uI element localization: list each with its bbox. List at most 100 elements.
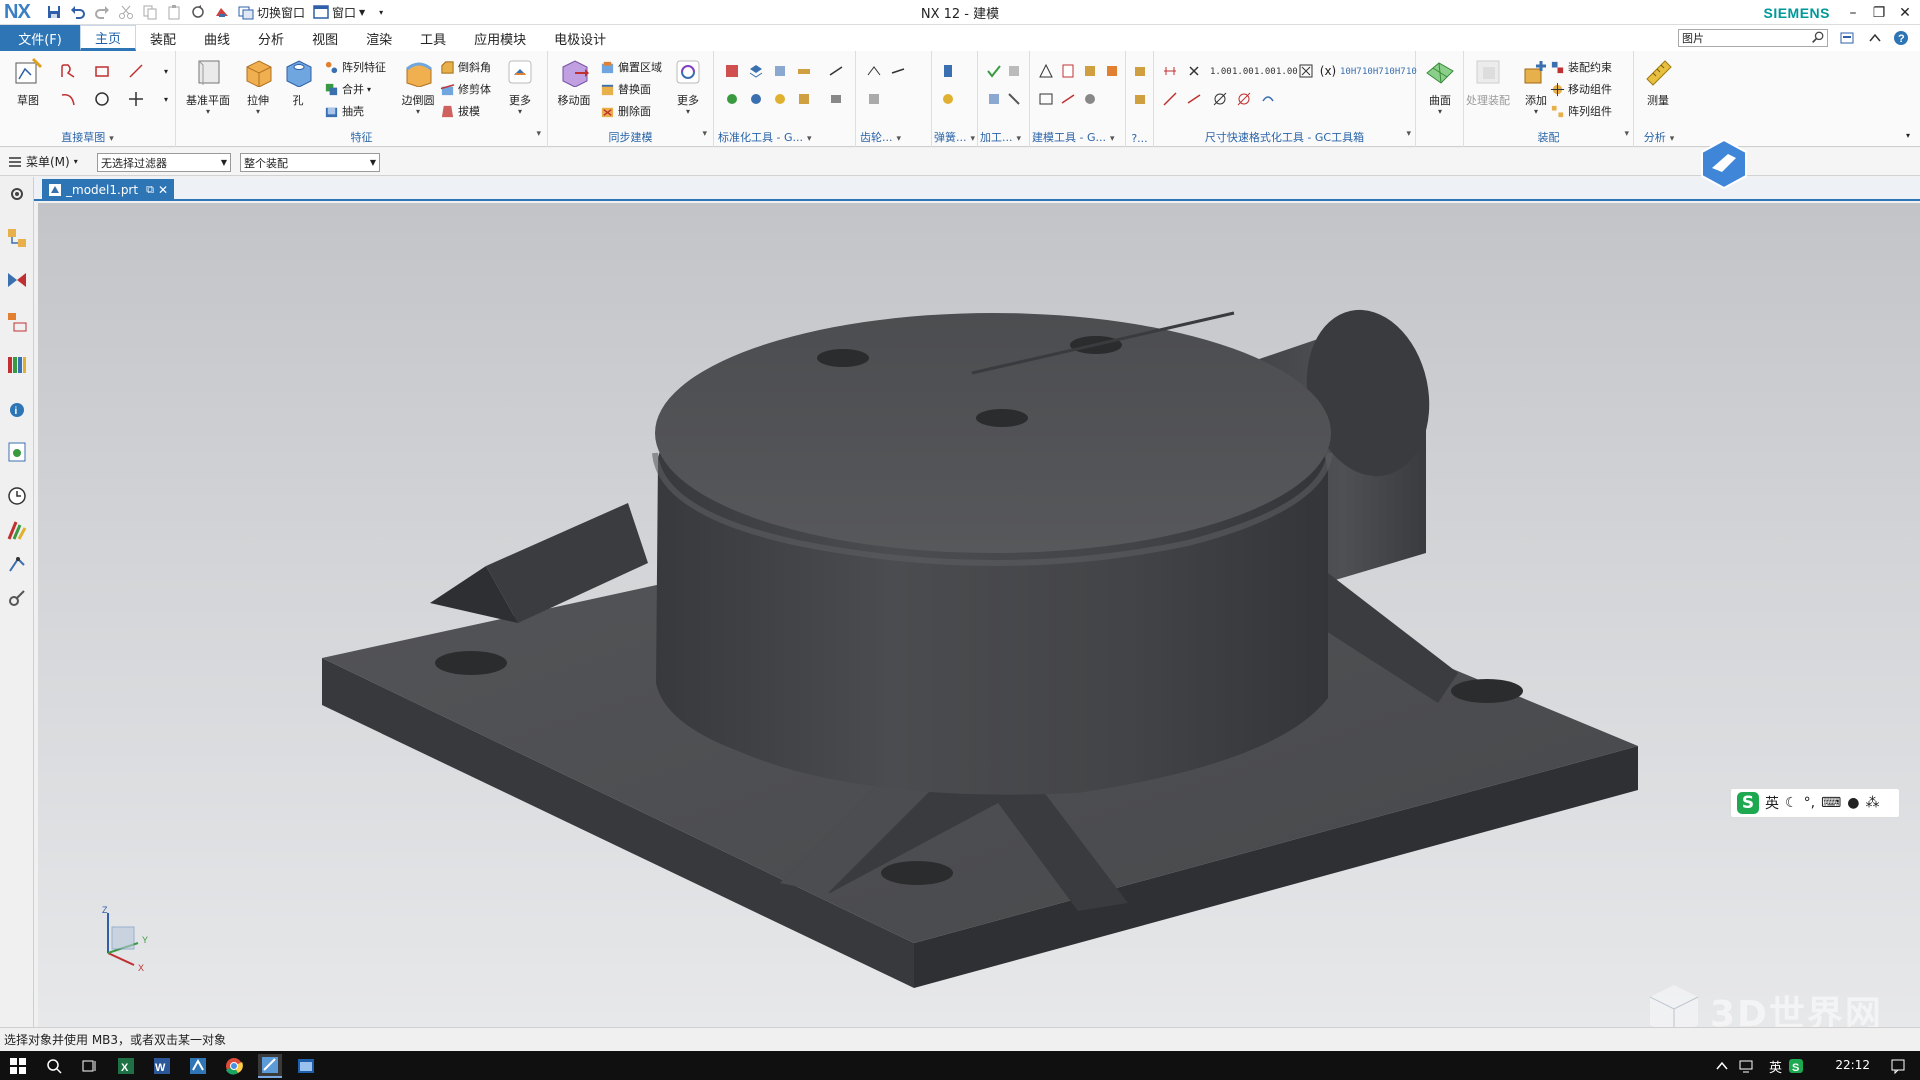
tab-render[interactable]: 渲染	[352, 25, 406, 51]
gc-spring-icon[interactable]	[746, 89, 766, 109]
grid-icon[interactable]: ⁂	[1865, 795, 1879, 811]
pattern-feature-button[interactable]: 阵列特征	[324, 57, 386, 77]
web-browser-icon[interactable]	[6, 441, 28, 463]
model-tool-4-icon[interactable]	[1058, 89, 1078, 109]
document-tab[interactable]: _model1.prt ⧉ ✕	[42, 179, 174, 201]
reuse-library-icon[interactable]	[6, 353, 28, 375]
process-assembly-button[interactable]: 处理装配	[1466, 57, 1510, 108]
tab-home[interactable]: 主页	[80, 25, 137, 51]
feature-more-button[interactable]: 更多 ▾	[500, 57, 540, 116]
task-view-icon[interactable]	[78, 1054, 102, 1078]
gear-tool-icon[interactable]	[864, 61, 884, 81]
dim-precision-2-icon[interactable]: 1.00	[1232, 67, 1254, 77]
more-sketch-2-icon[interactable]: ▾	[156, 89, 176, 109]
machining-tool-2-icon[interactable]	[1004, 61, 1024, 81]
measure-button[interactable]: 测量	[1638, 57, 1678, 108]
chrome-icon[interactable]	[222, 1054, 246, 1078]
dim-angle-icon[interactable]	[1160, 89, 1180, 109]
dim-precision-icon[interactable]: 1.00	[1210, 67, 1232, 77]
restore-button[interactable]: ❐	[1866, 0, 1892, 25]
gear-tool-3-icon[interactable]	[864, 89, 884, 109]
tray-clock[interactable]: 22:12	[1835, 1058, 1870, 1072]
tab-analysis[interactable]: 分析	[244, 25, 298, 51]
gc-hole-table-icon[interactable]	[722, 61, 742, 81]
customize-quick-access-icon[interactable]: ▾	[371, 2, 391, 22]
switch-window-button[interactable]: 切换窗口	[238, 4, 305, 21]
machining-tool-icon[interactable]	[984, 61, 1004, 81]
ime-language[interactable]: 英	[1765, 793, 1779, 813]
offset-region-button[interactable]: 偏置区域	[600, 57, 662, 77]
keyboard-icon[interactable]: ⌨	[1821, 795, 1841, 811]
gc-fastener-icon[interactable]	[722, 89, 742, 109]
replace-face-button[interactable]: 替换面	[600, 79, 651, 99]
gc-part-icon[interactable]	[794, 89, 814, 109]
spring-tool-icon[interactable]	[938, 61, 958, 81]
pattern-component-button[interactable]: 阵列组件	[1550, 101, 1612, 121]
manufacturing-wizard-icon[interactable]	[6, 587, 28, 609]
sync-more-button[interactable]: 更多 ▾	[668, 57, 708, 116]
unite-button[interactable]: 合并 ▾	[324, 79, 371, 99]
hd3d-tools-icon[interactable]: i	[6, 397, 28, 419]
part-navigator-icon[interactable]	[6, 311, 28, 333]
delete-face-button[interactable]: 删除面	[600, 101, 651, 121]
punctuation-icon[interactable]: °,	[1804, 795, 1815, 811]
edge-blend-button[interactable]: 边倒圆 ▾	[398, 57, 438, 116]
ribbon-options-icon[interactable]	[1838, 29, 1856, 47]
gc-extra-icon[interactable]	[826, 61, 846, 81]
gc-bolt-icon[interactable]	[794, 61, 814, 81]
minimize-button[interactable]: –	[1840, 0, 1866, 25]
trim-body-button[interactable]: 修剪体	[440, 79, 491, 99]
profile-icon[interactable]	[58, 61, 78, 81]
chamfer-button[interactable]: 倒斜角	[440, 57, 491, 77]
diameter-2-icon[interactable]	[1234, 89, 1254, 109]
pop-out-icon[interactable]: ⧉	[146, 183, 154, 197]
paste-icon[interactable]	[164, 2, 184, 22]
tab-application[interactable]: 应用模块	[460, 25, 540, 51]
draft-button[interactable]: 拔模	[440, 101, 480, 121]
gc-stack-icon[interactable]	[770, 61, 790, 81]
main-menu-button[interactable]: 菜单(M) ▾	[8, 153, 78, 170]
tray-chevron-icon[interactable]	[1710, 1054, 1734, 1078]
collapse-ribbon-icon[interactable]	[1866, 29, 1884, 47]
gear-tool-2-icon[interactable]	[888, 61, 908, 81]
more-tool-icon[interactable]	[1130, 61, 1150, 81]
machining-tool-3-icon[interactable]	[984, 89, 1004, 109]
command-search-input[interactable]: 图片	[1678, 29, 1828, 47]
ribbon-overflow-icon[interactable]: ▾	[1898, 125, 1918, 145]
notification-icon[interactable]	[1886, 1054, 1910, 1078]
help-icon[interactable]: ?	[1892, 29, 1910, 47]
constraint-navigator-icon[interactable]	[6, 269, 28, 291]
sogou-tray-icon[interactable]: S	[1784, 1054, 1808, 1078]
selection-scope-select[interactable]: 整个装配 ▼	[240, 153, 380, 172]
tab-curve[interactable]: 曲线	[190, 25, 244, 51]
word-icon[interactable]: W	[150, 1054, 174, 1078]
moon-icon[interactable]: ☾	[1785, 795, 1798, 811]
model-tool-2-icon[interactable]	[1102, 61, 1122, 81]
gc-extra-2-icon[interactable]	[826, 89, 846, 109]
dim-tol-2-icon[interactable]: 10H7	[1362, 67, 1384, 77]
assembly-constraint-button[interactable]: 装配约束	[1550, 57, 1612, 77]
tray-ime-language[interactable]: 英	[1769, 1057, 1782, 1076]
windows-start-icon[interactable]	[6, 1054, 30, 1078]
move-face-button[interactable]: 移动面	[554, 57, 594, 108]
3d-model[interactable]	[38, 203, 1920, 1027]
nx-app-icon[interactable]	[258, 1054, 282, 1078]
gc-gear-icon[interactable]	[770, 89, 790, 109]
circle-icon[interactable]	[92, 89, 112, 109]
triangle-tool-icon[interactable]	[1036, 61, 1056, 81]
process-studio-icon[interactable]	[6, 553, 28, 575]
assembly-navigator-icon[interactable]	[6, 227, 28, 249]
dim-clear-icon[interactable]	[1184, 61, 1204, 81]
rectangle-icon[interactable]	[92, 61, 112, 81]
app-window-icon[interactable]	[294, 1054, 318, 1078]
cut-icon[interactable]	[116, 2, 136, 22]
shell-button[interactable]: 抽壳	[324, 101, 364, 121]
excel-icon[interactable]: X	[114, 1054, 138, 1078]
history-icon[interactable]	[6, 485, 28, 507]
model-tool-3-icon[interactable]	[1036, 89, 1056, 109]
file-menu[interactable]: 文件(F)	[0, 25, 80, 51]
line-icon[interactable]	[126, 61, 146, 81]
dim-angle-2-icon[interactable]	[1184, 89, 1204, 109]
type-filter-select[interactable]: 无选择过滤器 ▼	[97, 153, 231, 172]
view-triad[interactable]: Z X Y	[98, 903, 168, 973]
